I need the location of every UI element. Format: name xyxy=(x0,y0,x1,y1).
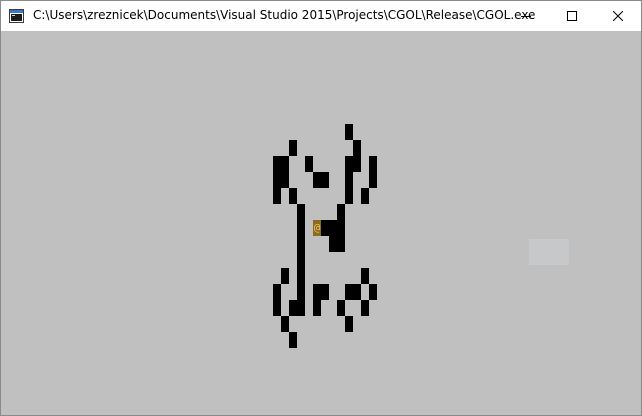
live-cell xyxy=(297,284,305,300)
live-cell xyxy=(281,172,289,188)
live-cell xyxy=(289,188,297,204)
maximize-icon xyxy=(567,11,577,21)
close-button[interactable] xyxy=(595,1,641,31)
live-cell xyxy=(273,156,281,172)
live-cell xyxy=(313,300,321,316)
live-cell xyxy=(321,220,329,236)
live-cell xyxy=(273,300,281,316)
live-cell xyxy=(353,140,361,156)
live-cell xyxy=(289,300,297,316)
live-cell xyxy=(361,300,369,316)
faded-cell xyxy=(529,239,569,265)
live-cell xyxy=(369,172,377,188)
live-cell xyxy=(297,252,305,268)
console-app-icon xyxy=(9,9,24,23)
close-icon xyxy=(613,11,623,21)
live-cell xyxy=(297,204,305,220)
live-cell xyxy=(273,188,281,204)
live-cell xyxy=(353,156,361,172)
live-cell xyxy=(345,188,353,204)
minimize-icon xyxy=(521,16,531,17)
live-cell xyxy=(337,300,345,316)
live-cell xyxy=(297,236,305,252)
live-cell xyxy=(337,236,345,252)
live-cell xyxy=(361,268,369,284)
live-cell xyxy=(273,172,281,188)
live-cell xyxy=(345,316,353,332)
live-cell xyxy=(281,156,289,172)
live-cell xyxy=(337,220,345,236)
minimize-button[interactable] xyxy=(503,1,549,31)
live-cell xyxy=(321,284,329,300)
live-cell xyxy=(369,156,377,172)
live-cell xyxy=(345,172,353,188)
game-of-life-grid[interactable]: @ xyxy=(1,31,641,415)
live-cell xyxy=(337,204,345,220)
live-cell xyxy=(345,156,353,172)
live-cell xyxy=(321,172,329,188)
live-cell xyxy=(289,140,297,156)
maximize-button[interactable] xyxy=(549,1,595,31)
live-cell xyxy=(345,284,353,300)
live-cell xyxy=(329,220,337,236)
live-cell xyxy=(313,172,321,188)
live-cell xyxy=(281,268,289,284)
live-cell xyxy=(289,332,297,348)
console-window: C:\Users\zreznicek\Documents\Visual Stud… xyxy=(0,0,642,416)
window-title: C:\Users\zreznicek\Documents\Visual Stud… xyxy=(33,8,536,22)
live-cell xyxy=(297,268,305,284)
cursor-cell: @ xyxy=(313,220,321,236)
live-cell xyxy=(297,220,305,236)
live-cell xyxy=(313,284,321,300)
live-cell xyxy=(361,188,369,204)
live-cell xyxy=(281,316,289,332)
live-cell xyxy=(297,300,305,316)
live-cell xyxy=(369,284,377,300)
live-cell xyxy=(305,156,313,172)
title-bar[interactable]: C:\Users\zreznicek\Documents\Visual Stud… xyxy=(1,1,641,31)
live-cell xyxy=(353,284,361,300)
live-cell xyxy=(345,124,353,140)
live-cell xyxy=(329,236,337,252)
live-cell xyxy=(273,284,281,300)
